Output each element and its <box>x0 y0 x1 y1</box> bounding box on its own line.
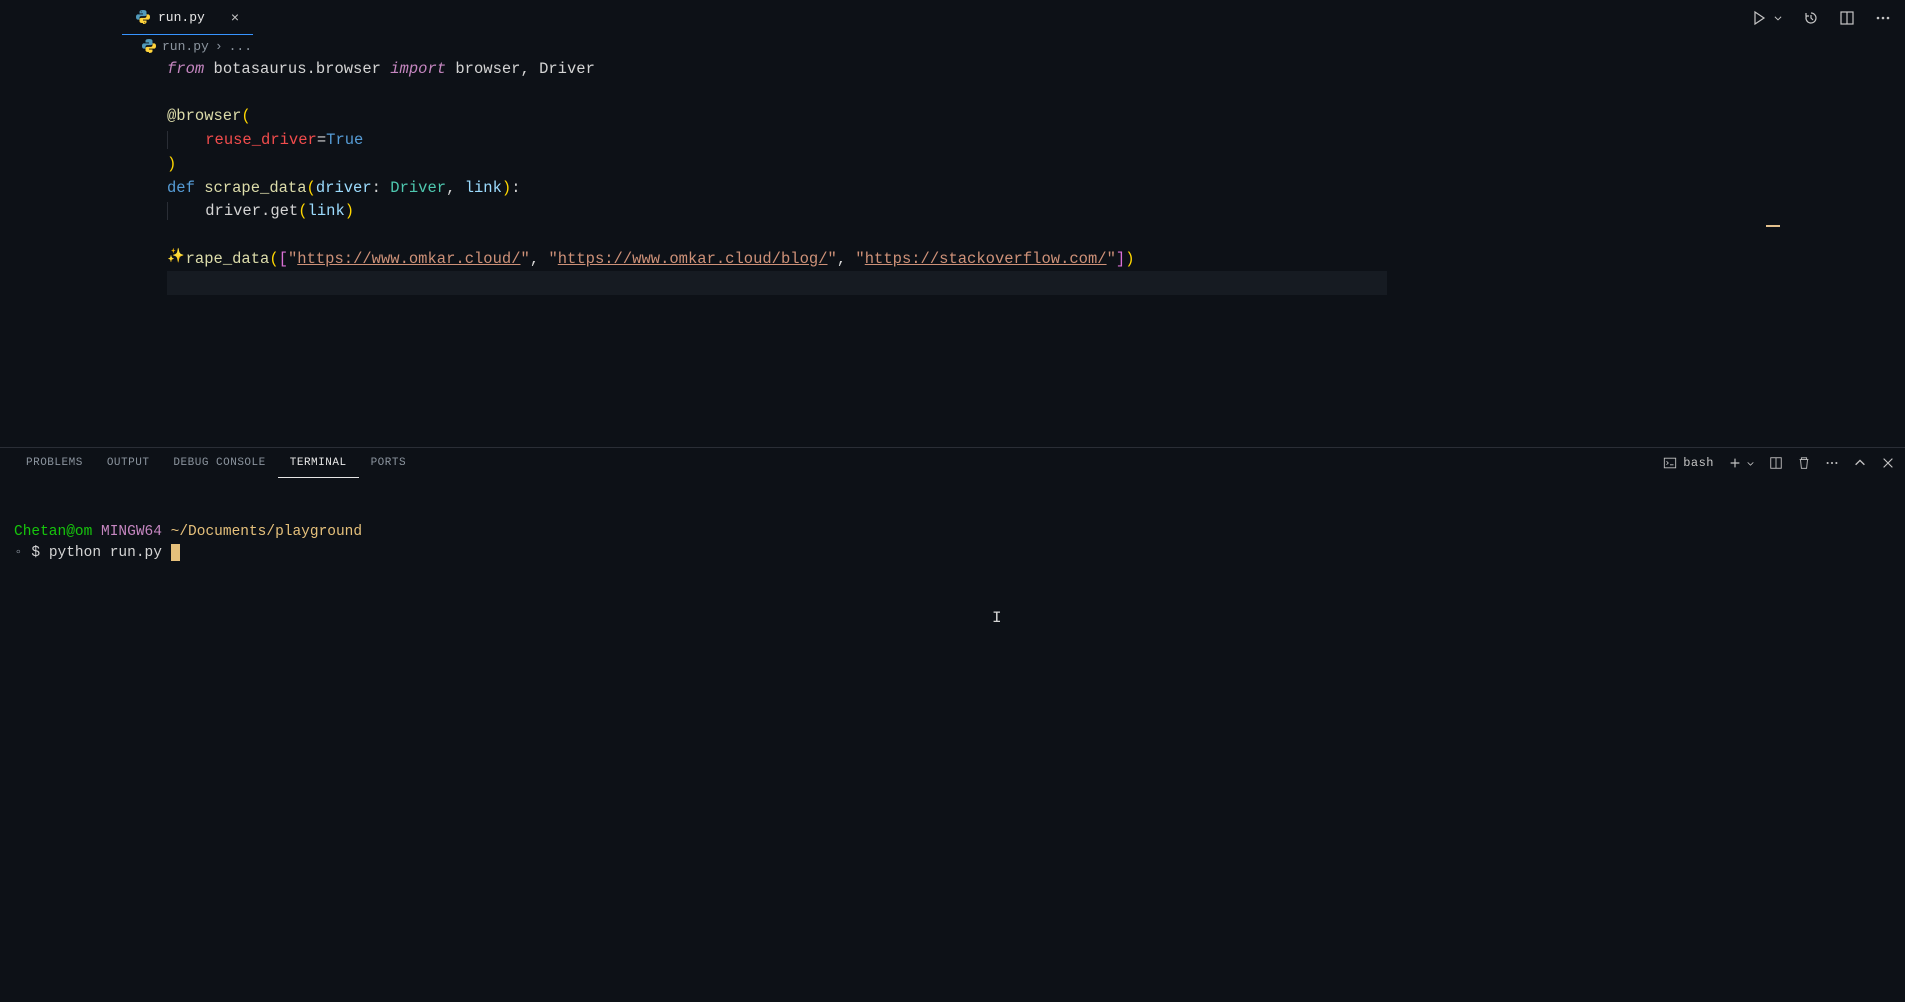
panel-tab-ports[interactable]: PORTS <box>359 448 419 478</box>
trash-icon[interactable] <box>1797 456 1811 470</box>
run-icon[interactable] <box>1751 10 1767 26</box>
history-icon[interactable] <box>1803 10 1819 26</box>
code-line: from botasaurus.browser import browser, … <box>167 58 1905 82</box>
code-line: def scrape_data(driver: Driver, link): <box>167 177 1905 201</box>
panel-actions: bash <box>1663 456 1895 470</box>
terminal-command-line: ◦ $ python run.py <box>14 543 1891 564</box>
breadcrumb-file: run.py <box>162 39 209 54</box>
split-terminal-icon[interactable] <box>1769 456 1783 470</box>
code-line-current <box>167 271 1387 295</box>
code-line <box>167 224 1905 248</box>
panel-tab-terminal[interactable]: TERMINAL <box>278 448 359 478</box>
breadcrumb-symbol: ... <box>229 39 252 54</box>
terminal-prompt-line: Chetan@om MINGW64 ~/Documents/playground <box>14 522 1891 543</box>
more-icon[interactable] <box>1825 456 1839 470</box>
panel-tab-output[interactable]: OUTPUT <box>95 448 162 478</box>
chevron-down-icon[interactable] <box>1773 10 1783 26</box>
code-line: @browser( <box>167 105 1905 129</box>
terminal-body[interactable]: Chetan@om MINGW64 ~/Documents/playground… <box>0 478 1905 1002</box>
code-line: scrape_data(["https://www.omkar.cloud/",… <box>167 248 1905 272</box>
bottom-panel: PROBLEMS OUTPUT DEBUG CONSOLE TERMINAL P… <box>0 447 1905 1002</box>
code-line: ) <box>167 153 1905 177</box>
code-line <box>167 82 1905 106</box>
close-panel-icon[interactable] <box>1881 456 1895 470</box>
python-icon <box>142 39 156 53</box>
split-editor-icon[interactable] <box>1839 10 1855 26</box>
python-icon <box>136 10 150 24</box>
minimap-marker <box>1766 225 1780 227</box>
close-icon[interactable]: × <box>231 9 239 25</box>
code-line: reuse_driver=True <box>167 129 1905 153</box>
editor-tab-run-py[interactable]: run.py × <box>122 0 253 35</box>
code-line: driver.get(link) <box>167 200 1905 224</box>
text-cursor-icon: I <box>992 608 1002 629</box>
panel-tab-debug-console[interactable]: DEBUG CONSOLE <box>161 448 277 478</box>
terminal-shell-selector[interactable]: bash <box>1663 456 1714 470</box>
panel-tab-bar: PROBLEMS OUTPUT DEBUG CONSOLE TERMINAL P… <box>0 448 1905 478</box>
breadcrumb[interactable]: run.py › ... <box>0 35 1905 57</box>
chevron-down-icon[interactable] <box>1746 459 1755 468</box>
more-icon[interactable] <box>1875 10 1891 26</box>
chevron-up-icon[interactable] <box>1853 456 1867 470</box>
new-terminal-icon[interactable] <box>1728 456 1742 470</box>
breadcrumb-separator: › <box>215 39 223 54</box>
panel-tab-problems[interactable]: PROBLEMS <box>14 448 95 478</box>
terminal-cursor <box>171 544 180 561</box>
code-editor[interactable]: from botasaurus.browser import browser, … <box>0 57 1905 447</box>
editor-actions <box>1751 10 1891 26</box>
sparkle-icon[interactable]: ✨ <box>167 246 184 270</box>
tab-bar: run.py × <box>0 0 1905 35</box>
tab-filename: run.py <box>158 10 205 25</box>
terminal-icon <box>1663 456 1677 470</box>
